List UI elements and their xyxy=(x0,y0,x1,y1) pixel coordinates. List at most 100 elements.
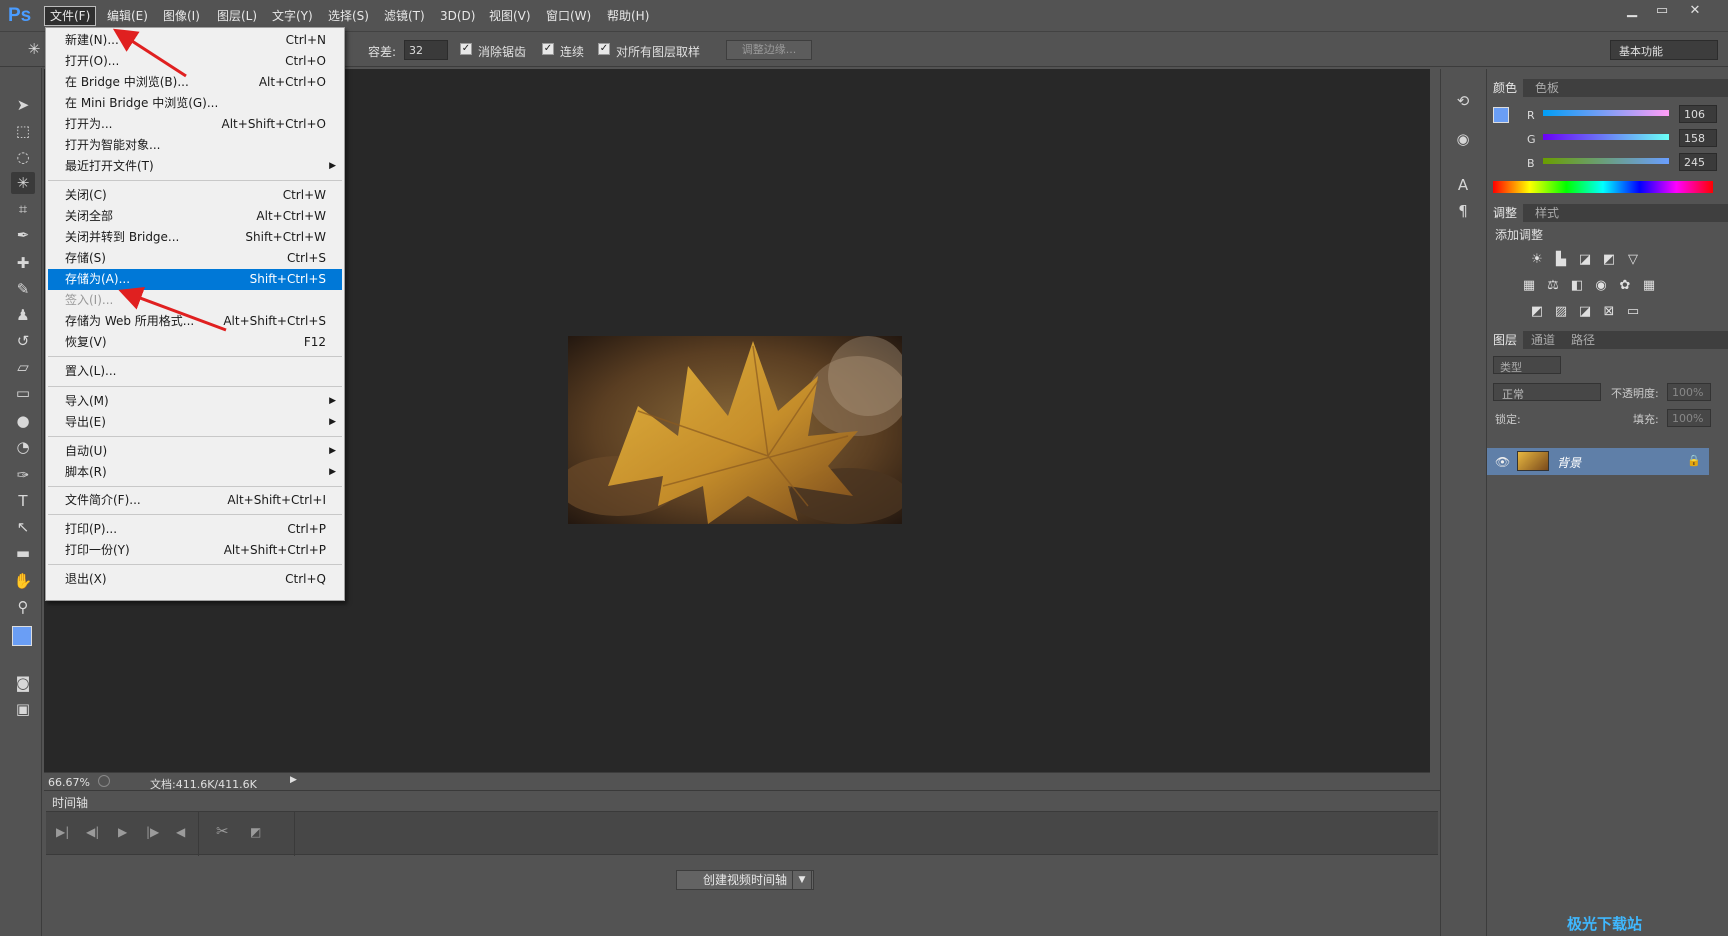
b-slider[interactable] xyxy=(1543,158,1669,164)
restore-button[interactable]: ▭ xyxy=(1647,2,1677,20)
move-tool-icon[interactable]: ➤ xyxy=(11,94,35,116)
exposure-icon[interactable]: ◩ xyxy=(1599,251,1619,269)
tab-layers[interactable]: 图层 xyxy=(1487,331,1524,349)
hue-saturation-icon[interactable]: ▦ xyxy=(1519,277,1539,295)
black-white-icon[interactable]: ◧ xyxy=(1567,277,1587,295)
menu-item-close[interactable]: 关闭(C) Ctrl+W xyxy=(48,185,342,206)
opacity-input[interactable]: 100% xyxy=(1667,383,1711,401)
tab-swatches[interactable]: 色板 xyxy=(1529,79,1565,97)
previous-frame-icon[interactable]: ◀| xyxy=(86,825,99,839)
fill-input[interactable]: 100% xyxy=(1667,409,1711,427)
photo-filter-icon[interactable]: ◉ xyxy=(1591,277,1611,295)
foreground-color-swatch[interactable] xyxy=(12,626,32,646)
history-brush-tool-icon[interactable]: ↺ xyxy=(11,330,35,352)
sample-all-checkbox[interactable]: ✓ xyxy=(598,43,610,55)
menu-edit[interactable]: 编辑(E) xyxy=(107,7,148,27)
blur-tool-icon[interactable]: ● xyxy=(11,410,35,432)
menu-item-open-as[interactable]: 打开为... Alt+Shift+Ctrl+O xyxy=(48,114,342,135)
menu-help[interactable]: 帮助(H) xyxy=(607,7,649,27)
shape-tool-icon[interactable]: ▬ xyxy=(11,542,35,564)
play-icon[interactable]: ▶ xyxy=(118,825,127,839)
menu-item-open-smart-object[interactable]: 打开为智能对象... xyxy=(48,135,342,156)
gradient-tool-icon[interactable]: ▭ xyxy=(11,382,35,404)
split-scissors-icon[interactable]: ✂ xyxy=(216,822,229,840)
menu-3d[interactable]: 3D(D) xyxy=(440,7,475,27)
menu-item-browse-bridge[interactable]: 在 Bridge 中浏览(B)... Alt+Ctrl+O xyxy=(48,72,342,93)
contiguous-checkbox[interactable]: ✓ xyxy=(542,43,554,55)
menu-item-save[interactable]: 存储(S) Ctrl+S xyxy=(48,248,342,269)
menu-item-place[interactable]: 置入(L)... xyxy=(48,361,342,382)
menu-item-print[interactable]: 打印(P)... Ctrl+P xyxy=(48,519,342,540)
audio-icon[interactable]: ◀ xyxy=(176,825,185,839)
layer-filter-select[interactable]: 类型 xyxy=(1493,356,1561,374)
menu-item-open[interactable]: 打开(O)... Ctrl+O xyxy=(48,51,342,72)
magic-wand-icon[interactable]: ✳ xyxy=(22,40,46,60)
posterize-icon[interactable]: ▨ xyxy=(1551,303,1571,321)
menu-item-recent-files[interactable]: 最近打开文件(T) ▶ xyxy=(48,156,342,177)
curves-icon[interactable]: ◪ xyxy=(1575,251,1595,269)
layer-name[interactable]: 背景 xyxy=(1557,454,1581,471)
menu-item-print-one[interactable]: 打印一份(Y) Alt+Shift+Ctrl+P xyxy=(48,540,342,561)
magic-wand-tool-icon[interactable]: ✳ xyxy=(11,172,35,194)
zoom-level[interactable]: 66.67% xyxy=(48,776,90,789)
menu-item-save-as[interactable]: 存储为(A)... Shift+Ctrl+S xyxy=(48,269,342,290)
pen-tool-icon[interactable]: ✑ xyxy=(11,464,35,486)
dodge-tool-icon[interactable]: ◔ xyxy=(11,436,35,458)
crop-tool-icon[interactable]: ⌗ xyxy=(11,198,35,220)
invert-icon[interactable]: ◩ xyxy=(1527,303,1547,321)
screen-mode-icon[interactable]: ▣ xyxy=(11,698,35,720)
tab-paths[interactable]: 路径 xyxy=(1565,331,1601,349)
anti-alias-checkbox[interactable]: ✓ xyxy=(460,43,472,55)
tab-color[interactable]: 颜色 xyxy=(1487,79,1524,97)
menu-item-close-go-bridge[interactable]: 关闭并转到 Bridge... Shift+Ctrl+W xyxy=(48,227,342,248)
selective-color-icon[interactable]: ⊠ xyxy=(1599,303,1619,321)
refine-edge-button[interactable]: 调整边缘... xyxy=(726,40,812,60)
menu-item-scripts[interactable]: 脚本(R) ▶ xyxy=(48,462,342,483)
hand-tool-icon[interactable]: ✋ xyxy=(11,570,35,592)
menu-item-exit[interactable]: 退出(X) Ctrl+Q xyxy=(48,569,342,590)
menu-image[interactable]: 图像(I) xyxy=(163,7,200,27)
menu-window[interactable]: 窗口(W) xyxy=(546,7,591,27)
menu-select[interactable]: 选择(S) xyxy=(328,7,369,27)
color-lookup-icon[interactable]: ▦ xyxy=(1639,277,1659,295)
r-value[interactable]: 106 xyxy=(1679,105,1717,123)
tab-styles[interactable]: 样式 xyxy=(1529,204,1565,222)
threshold-icon[interactable]: ◪ xyxy=(1575,303,1595,321)
marquee-tool-icon[interactable]: ⬚ xyxy=(11,120,35,142)
g-slider[interactable] xyxy=(1543,134,1669,140)
brush-tool-icon[interactable]: ✎ xyxy=(11,278,35,300)
healing-brush-tool-icon[interactable]: ✚ xyxy=(11,252,35,274)
menu-item-export[interactable]: 导出(E) ▶ xyxy=(48,412,342,433)
brightness-icon[interactable]: ☀ xyxy=(1527,251,1547,269)
menu-item-close-all[interactable]: 关闭全部 Alt+Ctrl+W xyxy=(48,206,342,227)
status-menu-arrow-icon[interactable]: ▶ xyxy=(290,775,297,785)
minimize-button[interactable]: ▁ xyxy=(1617,2,1647,20)
menu-item-automate[interactable]: 自动(U) ▶ xyxy=(48,441,342,462)
character-panel-icon[interactable]: A xyxy=(1451,173,1475,197)
vibrance-icon[interactable]: ▽ xyxy=(1623,251,1643,269)
eyedropper-tool-icon[interactable]: ✒ xyxy=(11,224,35,246)
menu-item-revert[interactable]: 恢复(V) F12 xyxy=(48,332,342,353)
quick-mask-icon[interactable]: ◙ xyxy=(11,672,35,694)
properties-panel-icon[interactable]: ◉ xyxy=(1451,127,1475,151)
eraser-tool-icon[interactable]: ▱ xyxy=(11,356,35,378)
color-spectrum-bar[interactable] xyxy=(1493,181,1713,193)
color-balance-icon[interactable]: ⚖ xyxy=(1543,277,1563,295)
tab-channels[interactable]: 通道 xyxy=(1525,331,1561,349)
clone-stamp-tool-icon[interactable]: ♟ xyxy=(11,304,35,326)
tolerance-input[interactable]: 32 xyxy=(404,40,448,60)
blend-mode-select[interactable]: 正常 xyxy=(1493,383,1601,401)
color-foreground-swatch[interactable] xyxy=(1493,107,1509,123)
create-timeline-dropdown-icon[interactable]: ▼ xyxy=(792,870,812,890)
menu-layer[interactable]: 图层(L) xyxy=(217,7,257,27)
visibility-eye-icon[interactable]: 👁 xyxy=(1495,455,1510,469)
menu-item-import[interactable]: 导入(M) ▶ xyxy=(48,391,342,412)
b-value[interactable]: 245 xyxy=(1679,153,1717,171)
channel-mixer-icon[interactable]: ✿ xyxy=(1615,277,1635,295)
tab-adjustments[interactable]: 调整 xyxy=(1487,204,1524,222)
menu-item-browse-mini-bridge[interactable]: 在 Mini Bridge 中浏览(G)... xyxy=(48,93,342,114)
r-slider[interactable] xyxy=(1543,110,1669,116)
menu-item-file-info[interactable]: 文件简介(F)... Alt+Shift+Ctrl+I xyxy=(48,490,342,511)
menu-view[interactable]: 视图(V) xyxy=(489,7,531,27)
menu-type[interactable]: 文字(Y) xyxy=(272,7,313,27)
